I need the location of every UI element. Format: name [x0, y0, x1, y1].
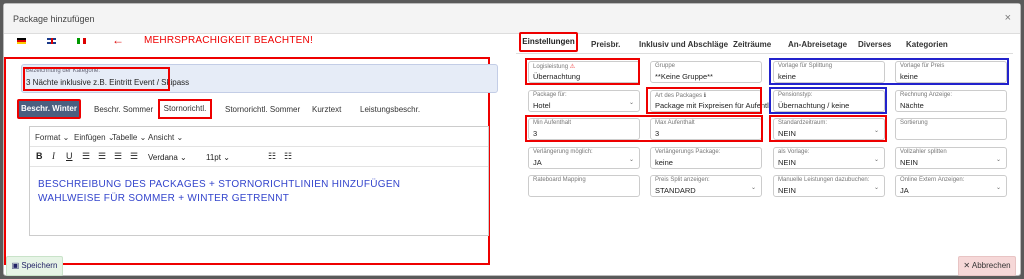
chevron-down-icon: ⌄	[750, 185, 756, 191]
menu-ansicht[interactable]: Ansicht ⌄	[148, 133, 183, 142]
modal-title: Package hinzufügen	[13, 14, 95, 24]
field-rateboard-mapping[interactable]: Rateboard Mapping	[528, 175, 640, 197]
select-online-extern[interactable]: Online Extern Anzeigen: JA ⌄	[895, 175, 1007, 197]
category-highlight	[23, 67, 170, 91]
field-verlaengerungs-package[interactable]: Verlängerungs Package: keine	[650, 147, 762, 169]
select-preis-split[interactable]: Preis Split anzeigen: STANDARD ⌄	[650, 175, 762, 197]
bold-icon[interactable]: B	[36, 152, 43, 161]
tab-stornorichtl[interactable]: Stornorichtl.	[158, 99, 212, 119]
highlight-standardzeitraum	[769, 115, 887, 142]
editor-content-line-2: WAHLWEISE FÜR SOMMER + WINTER GETRENNT	[38, 193, 290, 204]
align-justify-icon[interactable]: ☰	[130, 152, 138, 161]
flag-gb-icon[interactable]	[47, 38, 56, 44]
menu-tabelle[interactable]: Tabelle ⌄	[112, 133, 146, 142]
field-sortierung[interactable]: Sortierung	[895, 118, 1007, 140]
tab-kurztext[interactable]: Kurztext	[312, 105, 341, 114]
tab-zeitraeume[interactable]: Zeiträume	[733, 40, 771, 49]
tab-leistungsbeschr[interactable]: Leistungsbeschr.	[360, 105, 420, 114]
highlight-pensionstyp	[769, 87, 887, 114]
editor-content-line-1: BESCHREIBUNG DES PACKAGES + STORNORICHTL…	[38, 179, 401, 190]
flag-it-icon[interactable]	[77, 38, 86, 44]
field-gruppe[interactable]: Gruppe **Keine Gruppe**	[650, 61, 762, 83]
bullet-list-icon[interactable]: ☷	[268, 152, 276, 161]
align-left-icon[interactable]: ☰	[82, 152, 90, 161]
tab-stornorichtl-sommer[interactable]: Stornorichtl. Sommer	[225, 105, 300, 114]
cancel-button[interactable]: ✕ Abbrechen	[958, 256, 1016, 276]
underline-icon[interactable]: U	[66, 152, 73, 161]
tab-beschr-winter[interactable]: Beschr. Winter	[17, 99, 81, 119]
tab-inklusiv-abschlaege[interactable]: Inklusiv und Abschläge	[639, 40, 728, 49]
tab-an-abreisetage[interactable]: An-Abreisetage	[788, 40, 847, 49]
annotation-multilanguage: MEHRSPRACHIGKEIT BEACHTEN!	[144, 35, 313, 46]
chevron-down-icon: ⌄	[176, 133, 184, 142]
close-icon: ✕	[963, 261, 971, 270]
editor-menubar: Format ⌄ Einfügen ⌄ Tabelle ⌄ Ansicht ⌄	[30, 127, 488, 147]
menu-format[interactable]: Format ⌄	[35, 133, 69, 142]
tab-kategorien[interactable]: Kategorien	[906, 40, 948, 49]
select-package-fuer[interactable]: Package für: Hotel ⌄	[528, 90, 640, 112]
close-icon[interactable]: ×	[1005, 12, 1011, 24]
select-verlaengerung[interactable]: Verlängerung möglich: JA ⌄	[528, 147, 640, 169]
field-rechnung-anzeige[interactable]: Rechnung Anzeige: Nächte	[895, 90, 1007, 112]
chevron-down-icon: ⌄	[995, 157, 1001, 163]
save-icon: ▣	[11, 261, 20, 270]
chevron-down-icon: ⌄	[995, 185, 1001, 191]
select-manuelle-leistungen[interactable]: Manuelle Leistungen dazubuchen: NEIN ⌄	[773, 175, 885, 197]
font-size-select[interactable]: 11pt ⌄	[206, 153, 230, 162]
highlight-art-package	[646, 87, 762, 114]
highlight-logisleistung	[525, 58, 640, 85]
chevron-down-icon: ⌄	[873, 185, 879, 191]
tab-einstellungen[interactable]: Einstellungen	[519, 32, 578, 52]
chevron-down-icon: ⌄	[873, 157, 879, 163]
tab-divider	[516, 53, 1013, 54]
align-center-icon[interactable]: ☰	[98, 152, 106, 161]
align-right-icon[interactable]: ☰	[114, 152, 122, 161]
italic-icon[interactable]: I	[52, 152, 55, 161]
chevron-down-icon: ⌄	[628, 100, 634, 106]
menu-einfuegen[interactable]: Einfügen ⌄	[74, 133, 115, 142]
tab-beschr-sommer[interactable]: Beschr. Sommer	[94, 105, 153, 114]
tab-preisbr[interactable]: Preisbr.	[591, 40, 620, 49]
chevron-down-icon: ⌄	[223, 153, 230, 162]
chevron-down-icon: ⌄	[180, 153, 187, 162]
font-family-select[interactable]: Verdana ⌄	[148, 153, 187, 162]
highlight-vorlagen	[769, 58, 1009, 85]
editor-toolbar: B I U ☰ ☰ ☰ ☰ Verdana ⌄ 11pt ⌄ ☷ ☷	[30, 147, 488, 167]
chevron-down-icon: ⌄	[139, 133, 147, 142]
select-vollzahler[interactable]: Vollzahler splitten NEIN ⌄	[895, 147, 1007, 169]
numbered-list-icon[interactable]: ☷	[284, 152, 292, 161]
flag-de-icon[interactable]	[17, 38, 26, 44]
arrow-left-icon: ←	[112, 33, 124, 47]
tab-diverses[interactable]: Diverses	[858, 40, 891, 49]
highlight-aufenthalt	[525, 115, 763, 142]
chevron-down-icon: ⌄	[62, 133, 70, 142]
rich-text-editor[interactable]: Format ⌄ Einfügen ⌄ Tabelle ⌄ Ansicht ⌄ …	[29, 126, 489, 236]
chevron-down-icon: ⌄	[628, 157, 634, 163]
select-als-vorlage[interactable]: als Vorlage: NEIN ⌄	[773, 147, 885, 169]
save-button[interactable]: ▣ Speichern	[6, 256, 63, 276]
